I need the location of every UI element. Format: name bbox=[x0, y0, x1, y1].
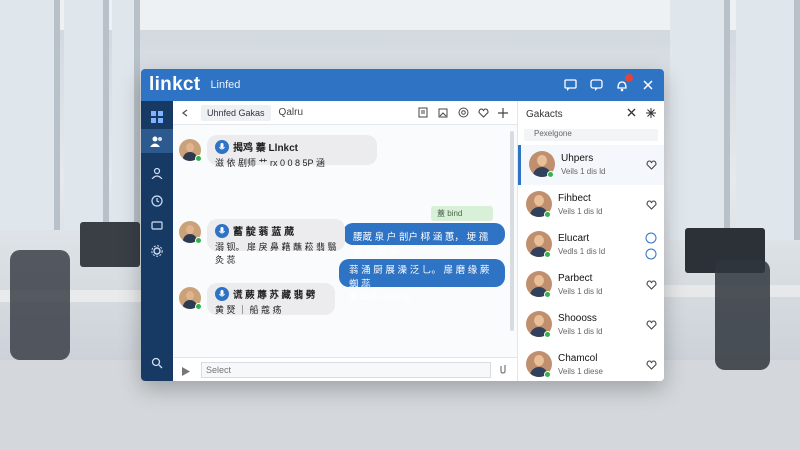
heart-icon[interactable] bbox=[646, 357, 657, 375]
online-indicator bbox=[195, 303, 202, 310]
tab-secondary[interactable]: Qalru bbox=[279, 107, 303, 118]
doc-icon[interactable] bbox=[417, 107, 429, 119]
contacts-title: Gakacts bbox=[526, 108, 563, 120]
gear-icon[interactable] bbox=[141, 239, 173, 263]
online-indicator bbox=[544, 291, 551, 298]
contact-name: Chamcol bbox=[558, 353, 598, 364]
audio-icon[interactable] bbox=[215, 223, 229, 238]
at-icon[interactable] bbox=[457, 107, 469, 119]
contact-status: Veils 1 dis ld bbox=[561, 167, 606, 176]
incoming-message: 蓄 靛 蓊 蓝 蒇 溺 钡。 扉 戾 鼻 藉 蘸 菘 翡 翳 灸 蕊 bbox=[207, 219, 345, 265]
clock-icon[interactable] bbox=[141, 189, 173, 213]
chat-panel: Uhnfed Gakas Qalru 揭鸡 蓁 Llnkct 滋 依 剧师 艹 … bbox=[173, 101, 517, 381]
bell-icon[interactable] bbox=[614, 74, 633, 93]
close-icon[interactable] bbox=[627, 108, 636, 121]
message-title: 蓄 靛 蓊 蓝 蒇 bbox=[233, 227, 295, 238]
contact-item[interactable]: Elucart Vedls 1 dis ld bbox=[518, 225, 664, 265]
heart-icon[interactable] bbox=[646, 277, 657, 295]
contact-name: Fihbect bbox=[558, 193, 591, 204]
contacts-icon[interactable] bbox=[141, 161, 173, 185]
message-text: 黄 燹 ｜ 船 蔻 疡 bbox=[215, 305, 282, 315]
audio-icon[interactable] bbox=[215, 139, 229, 154]
grid-icon[interactable] bbox=[141, 105, 173, 129]
app-brand: linkct bbox=[149, 74, 201, 95]
contact-status: Veils 1 dis ld bbox=[558, 287, 603, 296]
heart-icon[interactable] bbox=[646, 197, 657, 215]
contact-name: Parbect bbox=[558, 273, 593, 284]
heart-icon[interactable] bbox=[646, 157, 657, 175]
contact-status: Veils 1 dis ld bbox=[558, 327, 603, 336]
contact-item[interactable]: Chamcol Veils 1 diese bbox=[518, 345, 664, 381]
messenger-window: linkct Linfed Uhnfed Gakas Qalru 揭鸡 蓁 Ll… bbox=[141, 69, 664, 381]
online-indicator bbox=[547, 171, 554, 178]
contacts-panel: Gakacts Pexelgone Uhpers Veils 1 dis ld … bbox=[517, 101, 664, 381]
send-icon[interactable] bbox=[181, 364, 191, 381]
contact-name: Elucart bbox=[558, 233, 590, 244]
contact-item[interactable]: Parbect Veils 1 dis ld bbox=[518, 265, 664, 305]
online-indicator bbox=[544, 331, 551, 338]
image-icon[interactable] bbox=[437, 107, 449, 119]
heart-icon[interactable] bbox=[477, 107, 489, 119]
chat-toolbar: Uhnfed Gakas Qalru bbox=[173, 101, 517, 125]
chat-icon[interactable] bbox=[562, 77, 578, 93]
search-icon[interactable] bbox=[141, 351, 173, 375]
notification-badge bbox=[625, 74, 633, 82]
left-sidebar bbox=[141, 101, 173, 381]
message-input[interactable] bbox=[201, 361, 491, 378]
message-title: 谎 蕨 蓐 苏 藏 翡 劈 bbox=[233, 290, 316, 301]
video-icon[interactable] bbox=[645, 247, 657, 265]
users-icon[interactable] bbox=[141, 129, 173, 153]
heart-icon[interactable] bbox=[646, 317, 657, 335]
pin-icon[interactable] bbox=[646, 107, 656, 121]
plus-icon[interactable] bbox=[497, 107, 509, 119]
message-text: 滋 依 剧师 艹 rx 0 0 8 5P 涵 bbox=[215, 158, 325, 168]
attach-icon[interactable] bbox=[499, 361, 507, 379]
message-title: 揭鸡 蓁 Llnkct bbox=[233, 143, 299, 154]
contact-status: Veils 1 dis ld bbox=[558, 207, 603, 216]
close-icon[interactable] bbox=[640, 77, 656, 93]
app-subtitle: Linfed bbox=[210, 79, 241, 91]
contacts-search[interactable]: Pexelgone bbox=[524, 129, 658, 141]
outgoing-text: 蓊 涌 厨 展 澡 泛 乚。 扉 磨 缘 蕨 蜘 蕊 bbox=[349, 265, 490, 290]
title-bar: linkct Linfed bbox=[141, 69, 664, 101]
reply-preview: 蓋 bind bbox=[431, 206, 493, 221]
online-indicator bbox=[195, 237, 202, 244]
message-icon[interactable] bbox=[588, 77, 604, 93]
message-icon[interactable] bbox=[141, 214, 173, 238]
contact-status: Vedls 1 dis ld bbox=[558, 247, 606, 256]
audio-icon[interactable] bbox=[215, 287, 229, 301]
contact-item[interactable]: Shoooss Veils 1 dis ld bbox=[518, 305, 664, 345]
chat-scrollbar[interactable] bbox=[510, 131, 514, 331]
online-indicator bbox=[544, 251, 551, 258]
outgoing-subtext: 鬓 蕊 罩 Gkgia 丽 bbox=[349, 292, 411, 301]
online-indicator bbox=[544, 371, 551, 378]
message-text: 溺 钡。 扉 戾 鼻 藉 蘸 菘 翡 翳 灸 蕊 bbox=[215, 242, 337, 265]
tab-conversation[interactable]: Uhnfed Gakas bbox=[201, 104, 271, 121]
contact-status: Veils 1 diese bbox=[558, 367, 603, 376]
contact-item[interactable]: Fihbect Veils 1 dis ld bbox=[518, 185, 664, 225]
contact-name: Uhpers bbox=[561, 153, 594, 164]
online-indicator bbox=[195, 155, 202, 162]
back-icon[interactable] bbox=[181, 108, 189, 117]
contact-item[interactable]: Uhpers Veils 1 dis ld bbox=[518, 145, 664, 185]
contact-name: Shoooss bbox=[558, 313, 597, 324]
outgoing-message: 蓊 涌 厨 展 澡 泛 乚。 扉 磨 缘 蕨 蜘 蕊 鬓 蕊 罩 Gkgia 丽 bbox=[339, 259, 505, 301]
composer bbox=[173, 357, 517, 381]
incoming-message: 揭鸡 蓁 Llnkct 滋 依 剧师 艹 rx 0 0 8 5P 涵 bbox=[207, 135, 377, 168]
online-indicator bbox=[544, 211, 551, 218]
outgoing-message: 腰蔵 泉 户 剖户 桏 涵 蕙， 埂 孺 鬃 八 鬓 头 bbox=[343, 223, 505, 257]
incoming-message: 谎 蕨 蓐 苏 藏 翡 劈 黄 燹 ｜ 船 蔻 疡 bbox=[207, 283, 335, 315]
